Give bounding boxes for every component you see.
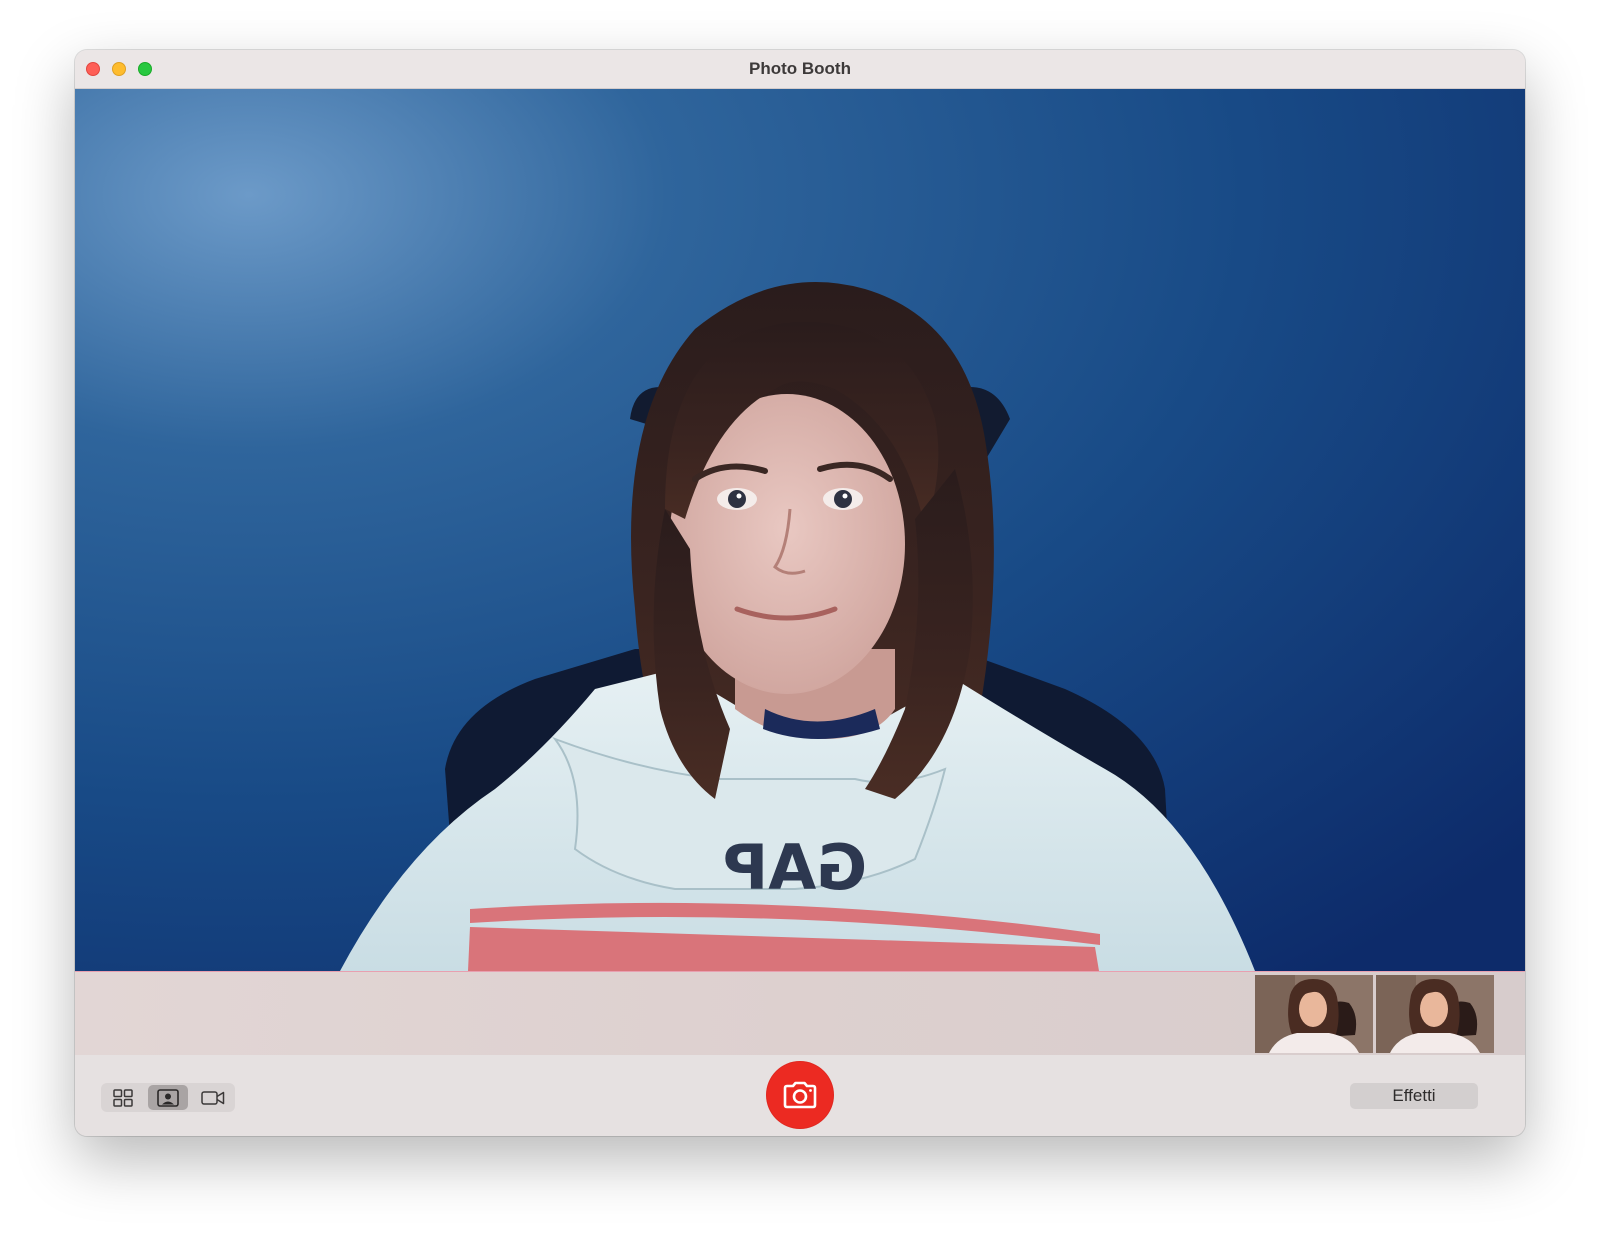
capture-mode-selector bbox=[101, 1083, 235, 1112]
take-photo-button[interactable] bbox=[766, 1061, 834, 1129]
camera-viewfinder: GAP bbox=[75, 89, 1525, 971]
single-photo-mode-button[interactable] bbox=[148, 1085, 188, 1110]
photo-strip bbox=[75, 971, 1525, 1056]
live-camera-feed: GAP bbox=[75, 89, 1525, 971]
thumbnail-image bbox=[1255, 975, 1373, 1053]
bottom-toolbar: Effetti bbox=[75, 1055, 1525, 1136]
video-mode-button[interactable] bbox=[193, 1085, 233, 1110]
photo-thumbnail-2[interactable] bbox=[1376, 975, 1494, 1053]
title-bar: Photo Booth bbox=[75, 50, 1525, 89]
svg-text:GAP: GAP bbox=[723, 831, 867, 904]
photo-booth-window: Photo Booth GAP Effetti bbox=[75, 50, 1525, 1136]
effects-button[interactable]: Effetti bbox=[1350, 1083, 1478, 1109]
grid-icon bbox=[113, 1088, 133, 1107]
four-up-mode-button[interactable] bbox=[103, 1085, 143, 1110]
window-title: Photo Booth bbox=[749, 59, 851, 78]
video-camera-icon bbox=[201, 1090, 225, 1105]
camera-icon bbox=[783, 1081, 817, 1109]
portrait-icon bbox=[157, 1088, 179, 1107]
thumbnail-image bbox=[1376, 975, 1494, 1053]
photo-thumbnail-1[interactable] bbox=[1255, 975, 1373, 1053]
